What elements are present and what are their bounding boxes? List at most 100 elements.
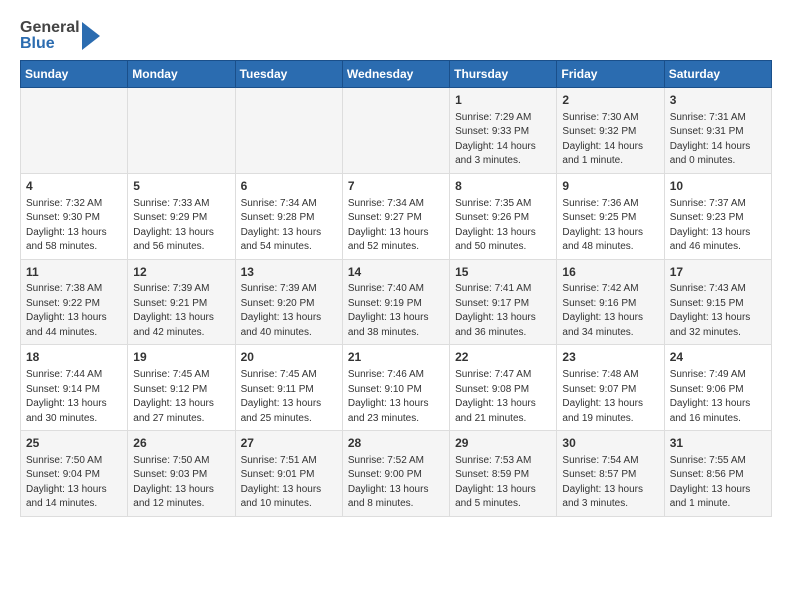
calendar-cell: 2 Sunrise: 7:30 AM Sunset: 9:32 PM Daylig… — [557, 88, 664, 174]
calendar-cell: 8 Sunrise: 7:35 AM Sunset: 9:26 PM Daylig… — [450, 173, 557, 259]
cell-content: Sunrise: 7:42 AM Sunset: 9:16 PM Dayligh… — [562, 282, 658, 340]
calendar-cell: 18 Sunrise: 7:44 AM Sunset: 9:14 PM Dayli… — [21, 345, 128, 431]
calendar-cell: 14Sunrise: 7:40 AM Sunset: 9:19 PM Dayli… — [342, 259, 449, 345]
calendar-cell: 31 Sunrise: 7:55 AM Sunset: 8:56 PM Dayli… — [664, 431, 771, 517]
header-cell-friday: Friday — [557, 61, 664, 88]
calendar-cell: 5 Sunrise: 7:33 AM Sunset: 9:29 PM Daylig… — [128, 173, 235, 259]
cell-content: Sunrise: 7:39 AM Sunset: 9:20 PM Dayligh… — [241, 282, 337, 340]
cell-content: Sunrise: 7:39 AM Sunset: 9:21 PM Dayligh… — [133, 282, 229, 340]
day-number: 6 — [241, 178, 337, 195]
header-cell-wednesday: Wednesday — [342, 61, 449, 88]
day-number: 5 — [133, 178, 229, 195]
logo-blue: Blue — [20, 36, 80, 52]
day-number: 17 — [670, 264, 766, 281]
calendar-cell: 23 Sunrise: 7:48 AM Sunset: 9:07 PM Dayli… — [557, 345, 664, 431]
cell-content: Sunrise: 7:35 AM Sunset: 9:26 PM Dayligh… — [455, 197, 551, 255]
calendar-cell: 3Sunrise: 7:31 AM Sunset: 9:31 PM Daylig… — [664, 88, 771, 174]
calendar-cell — [21, 88, 128, 174]
day-number: 19 — [133, 349, 229, 366]
header-cell-sunday: Sunday — [21, 61, 128, 88]
cell-content: Sunrise: 7:29 AM Sunset: 9:33 PM Dayligh… — [455, 111, 551, 169]
day-number: 22 — [455, 349, 551, 366]
cell-content: Sunrise: 7:36 AM Sunset: 9:25 PM Dayligh… — [562, 197, 658, 255]
day-number: 15 — [455, 264, 551, 281]
calendar-cell: 17Sunrise: 7:43 AM Sunset: 9:15 PM Dayli… — [664, 259, 771, 345]
calendar-cell: 1Sunrise: 7:29 AM Sunset: 9:33 PM Daylig… — [450, 88, 557, 174]
cell-content: Sunrise: 7:51 AM Sunset: 9:01 PM Dayligh… — [241, 454, 337, 512]
cell-content: Sunrise: 7:34 AM Sunset: 9:28 PM Dayligh… — [241, 197, 337, 255]
cell-content: Sunrise: 7:55 AM Sunset: 8:56 PM Dayligh… — [670, 454, 766, 512]
day-number: 21 — [348, 349, 444, 366]
calendar-header: SundayMondayTuesdayWednesdayThursdayFrid… — [21, 61, 772, 88]
calendar-cell: 30Sunrise: 7:54 AM Sunset: 8:57 PM Dayli… — [557, 431, 664, 517]
calendar-cell — [342, 88, 449, 174]
day-number: 23 — [562, 349, 658, 366]
day-number: 16 — [562, 264, 658, 281]
calendar-cell: 24 Sunrise: 7:49 AM Sunset: 9:06 PM Dayli… — [664, 345, 771, 431]
calendar-cell: 6 Sunrise: 7:34 AM Sunset: 9:28 PM Daylig… — [235, 173, 342, 259]
cell-content: Sunrise: 7:49 AM Sunset: 9:06 PM Dayligh… — [670, 368, 766, 426]
calendar-cell: 16Sunrise: 7:42 AM Sunset: 9:16 PM Dayli… — [557, 259, 664, 345]
calendar-cell: 27 Sunrise: 7:51 AM Sunset: 9:01 PM Dayli… — [235, 431, 342, 517]
week-row-2: 4 Sunrise: 7:32 AM Sunset: 9:30 PM Daylig… — [21, 173, 772, 259]
day-number: 8 — [455, 178, 551, 195]
calendar-cell: 15Sunrise: 7:41 AM Sunset: 9:17 PM Dayli… — [450, 259, 557, 345]
cell-content: Sunrise: 7:30 AM Sunset: 9:32 PM Dayligh… — [562, 111, 658, 169]
cell-content: Sunrise: 7:34 AM Sunset: 9:27 PM Dayligh… — [348, 197, 444, 255]
week-row-4: 18 Sunrise: 7:44 AM Sunset: 9:14 PM Dayli… — [21, 345, 772, 431]
day-number: 11 — [26, 264, 122, 281]
week-row-3: 11Sunrise: 7:38 AM Sunset: 9:22 PM Dayli… — [21, 259, 772, 345]
calendar-cell: 20Sunrise: 7:45 AM Sunset: 9:11 PM Dayli… — [235, 345, 342, 431]
header-cell-tuesday: Tuesday — [235, 61, 342, 88]
header-cell-thursday: Thursday — [450, 61, 557, 88]
cell-content: Sunrise: 7:32 AM Sunset: 9:30 PM Dayligh… — [26, 197, 122, 255]
day-number: 10 — [670, 178, 766, 195]
cell-content: Sunrise: 7:48 AM Sunset: 9:07 PM Dayligh… — [562, 368, 658, 426]
day-number: 26 — [133, 435, 229, 452]
cell-content: Sunrise: 7:44 AM Sunset: 9:14 PM Dayligh… — [26, 368, 122, 426]
day-number: 18 — [26, 349, 122, 366]
calendar-table: SundayMondayTuesdayWednesdayThursdayFrid… — [20, 60, 772, 517]
calendar-cell — [128, 88, 235, 174]
calendar-cell: 29 Sunrise: 7:53 AM Sunset: 8:59 PM Dayli… — [450, 431, 557, 517]
calendar-cell: 4 Sunrise: 7:32 AM Sunset: 9:30 PM Daylig… — [21, 173, 128, 259]
day-number: 28 — [348, 435, 444, 452]
day-number: 25 — [26, 435, 122, 452]
day-number: 14 — [348, 264, 444, 281]
day-number: 13 — [241, 264, 337, 281]
calendar-cell: 25 Sunrise: 7:50 AM Sunset: 9:04 PM Dayli… — [21, 431, 128, 517]
cell-content: Sunrise: 7:50 AM Sunset: 9:03 PM Dayligh… — [133, 454, 229, 512]
day-number: 27 — [241, 435, 337, 452]
calendar-cell: 22 Sunrise: 7:47 AM Sunset: 9:08 PM Dayli… — [450, 345, 557, 431]
cell-content: Sunrise: 7:45 AM Sunset: 9:12 PM Dayligh… — [133, 368, 229, 426]
cell-content: Sunrise: 7:46 AM Sunset: 9:10 PM Dayligh… — [348, 368, 444, 426]
logo-general: General — [20, 20, 80, 36]
logo: General Blue — [20, 20, 100, 52]
header-cell-saturday: Saturday — [664, 61, 771, 88]
header-cell-monday: Monday — [128, 61, 235, 88]
cell-content: Sunrise: 7:33 AM Sunset: 9:29 PM Dayligh… — [133, 197, 229, 255]
cell-content: Sunrise: 7:37 AM Sunset: 9:23 PM Dayligh… — [670, 197, 766, 255]
day-number: 4 — [26, 178, 122, 195]
week-row-5: 25 Sunrise: 7:50 AM Sunset: 9:04 PM Dayli… — [21, 431, 772, 517]
calendar-cell: 21 Sunrise: 7:46 AM Sunset: 9:10 PM Dayli… — [342, 345, 449, 431]
day-number: 24 — [670, 349, 766, 366]
day-number: 9 — [562, 178, 658, 195]
calendar-cell: 7 Sunrise: 7:34 AM Sunset: 9:27 PM Daylig… — [342, 173, 449, 259]
cell-content: Sunrise: 7:50 AM Sunset: 9:04 PM Dayligh… — [26, 454, 122, 512]
cell-content: Sunrise: 7:53 AM Sunset: 8:59 PM Dayligh… — [455, 454, 551, 512]
day-number: 29 — [455, 435, 551, 452]
cell-content: Sunrise: 7:43 AM Sunset: 9:15 PM Dayligh… — [670, 282, 766, 340]
calendar-body: 1Sunrise: 7:29 AM Sunset: 9:33 PM Daylig… — [21, 88, 772, 517]
day-number: 7 — [348, 178, 444, 195]
day-number: 31 — [670, 435, 766, 452]
cell-content: Sunrise: 7:54 AM Sunset: 8:57 PM Dayligh… — [562, 454, 658, 512]
cell-content: Sunrise: 7:38 AM Sunset: 9:22 PM Dayligh… — [26, 282, 122, 340]
cell-content: Sunrise: 7:47 AM Sunset: 9:08 PM Dayligh… — [455, 368, 551, 426]
week-row-1: 1Sunrise: 7:29 AM Sunset: 9:33 PM Daylig… — [21, 88, 772, 174]
cell-content: Sunrise: 7:52 AM Sunset: 9:00 PM Dayligh… — [348, 454, 444, 512]
calendar-cell: 26 Sunrise: 7:50 AM Sunset: 9:03 PM Dayli… — [128, 431, 235, 517]
header-row: SundayMondayTuesdayWednesdayThursdayFrid… — [21, 61, 772, 88]
calendar-cell: 11Sunrise: 7:38 AM Sunset: 9:22 PM Dayli… — [21, 259, 128, 345]
day-number: 2 — [562, 92, 658, 109]
